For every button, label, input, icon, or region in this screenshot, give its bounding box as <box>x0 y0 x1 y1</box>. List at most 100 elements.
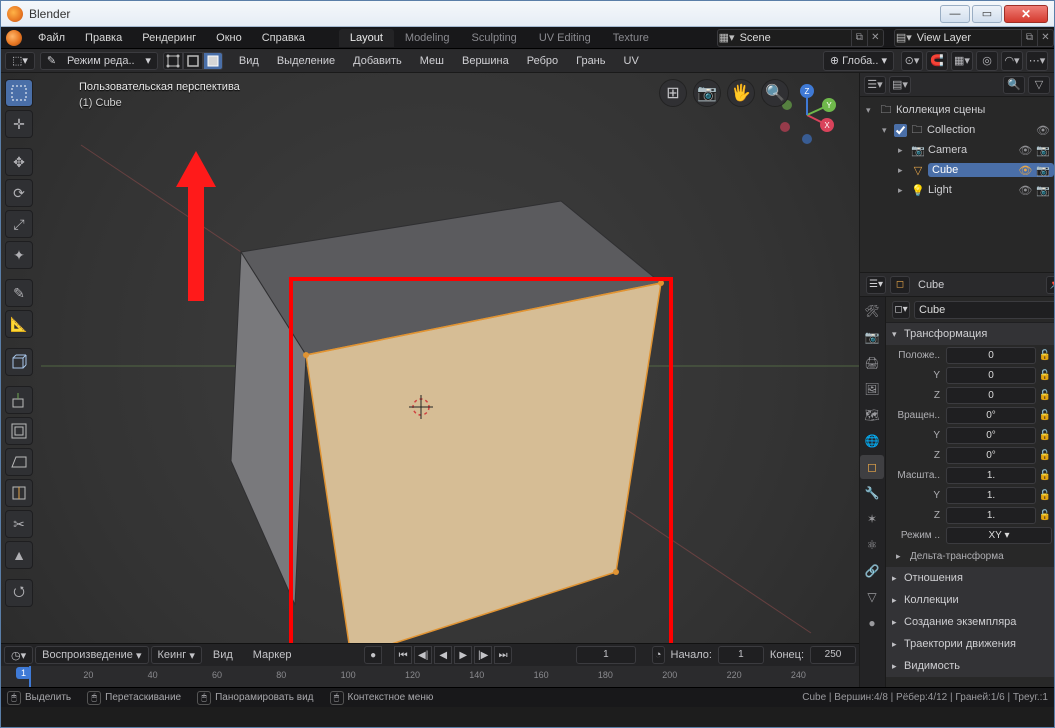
workspace-uvediting[interactable]: UV Editing <box>528 29 602 47</box>
tab-scene[interactable]: 🗺 <box>860 403 884 427</box>
outliner-item-camera[interactable]: ▸ 📷 Camera 👁📷 <box>860 140 1054 160</box>
pivot-selector[interactable]: ⊙▾ <box>901 51 923 71</box>
loc-y[interactable]: 0 <box>946 367 1036 384</box>
collection-visibility-icon[interactable]: 👁 <box>1036 124 1050 137</box>
tab-world[interactable]: 🌐 <box>860 429 884 453</box>
outliner-editor-icon[interactable]: ☰▾ <box>864 76 886 94</box>
lock-icon[interactable]: 🔓 <box>1038 470 1052 481</box>
start-frame[interactable]: 1 <box>718 646 764 664</box>
orientation-selector[interactable]: ⊕ Глоба.. ▾ <box>823 51 894 71</box>
scene-selector[interactable]: ▦▾ Scene ⧉ ✕ <box>717 29 884 47</box>
options-dropdown[interactable]: ⋯▾ <box>1026 51 1048 71</box>
tab-tool[interactable]: 🛠 <box>860 299 884 323</box>
lock-icon[interactable]: 🔓 <box>1038 430 1052 441</box>
menu-mesh[interactable]: Меш <box>412 52 452 70</box>
play-forward[interactable]: ▶ <box>454 646 472 664</box>
hide-render-icon[interactable]: 📷 <box>1036 164 1050 177</box>
tab-physics[interactable]: ⚛ <box>860 533 884 557</box>
tab-viewlayer[interactable]: 🖼 <box>860 377 884 401</box>
menu-add[interactable]: Добавить <box>345 52 410 70</box>
outliner-collection[interactable]: ▾ 🗀 Collection 👁 <box>860 120 1054 140</box>
lock-icon[interactable]: 🔓 <box>1038 350 1052 361</box>
rot-y[interactable]: 0° <box>946 427 1036 444</box>
menu-file[interactable]: Файл <box>28 29 75 47</box>
panel-delta-transform[interactable]: ▸Дельта-трансформа <box>886 545 1054 567</box>
hide-render-icon[interactable]: 📷 <box>1036 144 1050 157</box>
tool-measure[interactable]: 📐 <box>5 310 33 338</box>
tab-constraints[interactable]: 🔗 <box>860 559 884 583</box>
play-reverse[interactable]: ◀ <box>434 646 452 664</box>
hide-viewport-icon[interactable]: 👁 <box>1018 184 1032 197</box>
scene-new-icon[interactable]: ⧉ <box>851 30 867 46</box>
panel-transform[interactable]: ▾Трансформация⠿ <box>886 323 1054 345</box>
timeline-marker-menu[interactable]: Маркер <box>244 649 301 661</box>
tab-output[interactable]: 🖨 <box>860 351 884 375</box>
mode-selector[interactable]: ✎Режим реда..▾ <box>40 52 158 70</box>
rot-x[interactable]: 0° <box>946 407 1036 424</box>
tool-extrude[interactable] <box>5 386 33 414</box>
tool-knife[interactable]: ✂ <box>5 510 33 538</box>
timeline-editor-icon[interactable]: ◷▾ <box>4 646 33 664</box>
loc-x[interactable]: 0 <box>946 347 1036 364</box>
menu-render[interactable]: Рендеринг <box>132 29 206 47</box>
panel-collections[interactable]: ▸Коллекции⠿ <box>886 589 1054 611</box>
pin-icon[interactable]: 📌 <box>1046 276 1054 294</box>
scene-name[interactable]: Scene <box>736 32 851 44</box>
select-mode-face[interactable] <box>203 52 223 70</box>
preview-range-toggle[interactable]: ◔ <box>652 646 665 664</box>
menu-face[interactable]: Грань <box>568 52 613 70</box>
zoom-icon[interactable]: 🔍 <box>761 79 789 107</box>
editor-type-icon[interactable]: ⬚▾ <box>5 52 35 70</box>
workspace-modeling[interactable]: Modeling <box>394 29 461 47</box>
panel-instancing[interactable]: ▸Создание экземпляра⠿ <box>886 611 1054 633</box>
scale-z[interactable]: 1. <box>946 507 1036 524</box>
workspace-layout[interactable]: Layout <box>339 29 394 47</box>
tab-material[interactable]: ● <box>860 611 884 635</box>
proportional-edit-toggle[interactable]: ◎ <box>976 51 998 71</box>
viewlayer-new-icon[interactable]: ⧉ <box>1021 30 1037 46</box>
lock-icon[interactable]: 🔓 <box>1038 410 1052 421</box>
scene-delete-icon[interactable]: ✕ <box>867 30 883 46</box>
outliner-display-mode[interactable]: ▤▾ <box>889 76 911 94</box>
snap-toggle[interactable]: 🧲 <box>926 51 948 71</box>
tool-move[interactable]: ✥ <box>5 148 33 176</box>
viewlayer-browse-icon[interactable]: ▤▾ <box>895 31 913 44</box>
hide-viewport-icon[interactable]: 👁 <box>1018 144 1032 157</box>
workspace-texture[interactable]: Texture <box>602 29 660 47</box>
camera-view-icon[interactable]: 📷 <box>693 79 721 107</box>
maximize-button[interactable]: ▭ <box>972 5 1002 23</box>
timeline-ruler[interactable]: 020406080100120140160180200220240 1 <box>1 666 859 687</box>
lock-icon[interactable]: 🔓 <box>1038 390 1052 401</box>
hide-render-icon[interactable]: 📷 <box>1036 184 1050 197</box>
outliner-item-cube[interactable]: ▸ ▽ Cube 👁📷 <box>860 160 1054 180</box>
viewlayer-delete-icon[interactable]: ✕ <box>1037 30 1053 46</box>
scale-x[interactable]: 1. <box>946 467 1036 484</box>
autokey-toggle[interactable]: ● <box>364 646 382 664</box>
tool-select-box[interactable] <box>5 79 33 107</box>
tool-annotate[interactable]: ✎ <box>5 279 33 307</box>
lock-icon[interactable]: 🔓 <box>1038 510 1052 521</box>
menu-view[interactable]: Вид <box>231 52 267 70</box>
tool-add-cube[interactable] <box>5 348 33 376</box>
outliner-search-icon[interactable]: 🔍 <box>1003 76 1025 94</box>
menu-select[interactable]: Выделение <box>269 52 343 70</box>
select-mode-edge[interactable] <box>183 52 203 70</box>
rotation-mode[interactable]: XY ▾ <box>946 527 1052 544</box>
panel-motion-paths[interactable]: ▸Траектории движения⠿ <box>886 633 1054 655</box>
tool-scale[interactable]: ⤢ <box>5 210 33 238</box>
jump-end[interactable]: ⏭ <box>494 646 512 664</box>
gizmo-toggle-icon[interactable]: ⊞ <box>659 79 687 107</box>
proportional-falloff[interactable]: ◠▾ <box>1001 51 1023 71</box>
tab-particles[interactable]: ✶ <box>860 507 884 531</box>
3d-viewport[interactable]: ✛ ✥ ⟳ ⤢ ✦ ✎ 📐 ✂ ▲ <box>1 73 859 643</box>
jump-prev-key[interactable]: ◀| <box>414 646 432 664</box>
outliner-scene-collection[interactable]: ▾ 🗀 Коллекция сцены <box>860 100 1054 120</box>
keying-dropdown[interactable]: Кеинг ▾ <box>151 646 202 664</box>
tool-loopcut[interactable] <box>5 479 33 507</box>
menu-edge[interactable]: Ребро <box>519 52 566 70</box>
pan-icon[interactable]: 🖐 <box>727 79 755 107</box>
loc-z[interactable]: 0 <box>946 387 1036 404</box>
tab-object[interactable]: ◻ <box>860 455 884 479</box>
jump-next-key[interactable]: |▶ <box>474 646 492 664</box>
tool-rotate[interactable]: ⟳ <box>5 179 33 207</box>
